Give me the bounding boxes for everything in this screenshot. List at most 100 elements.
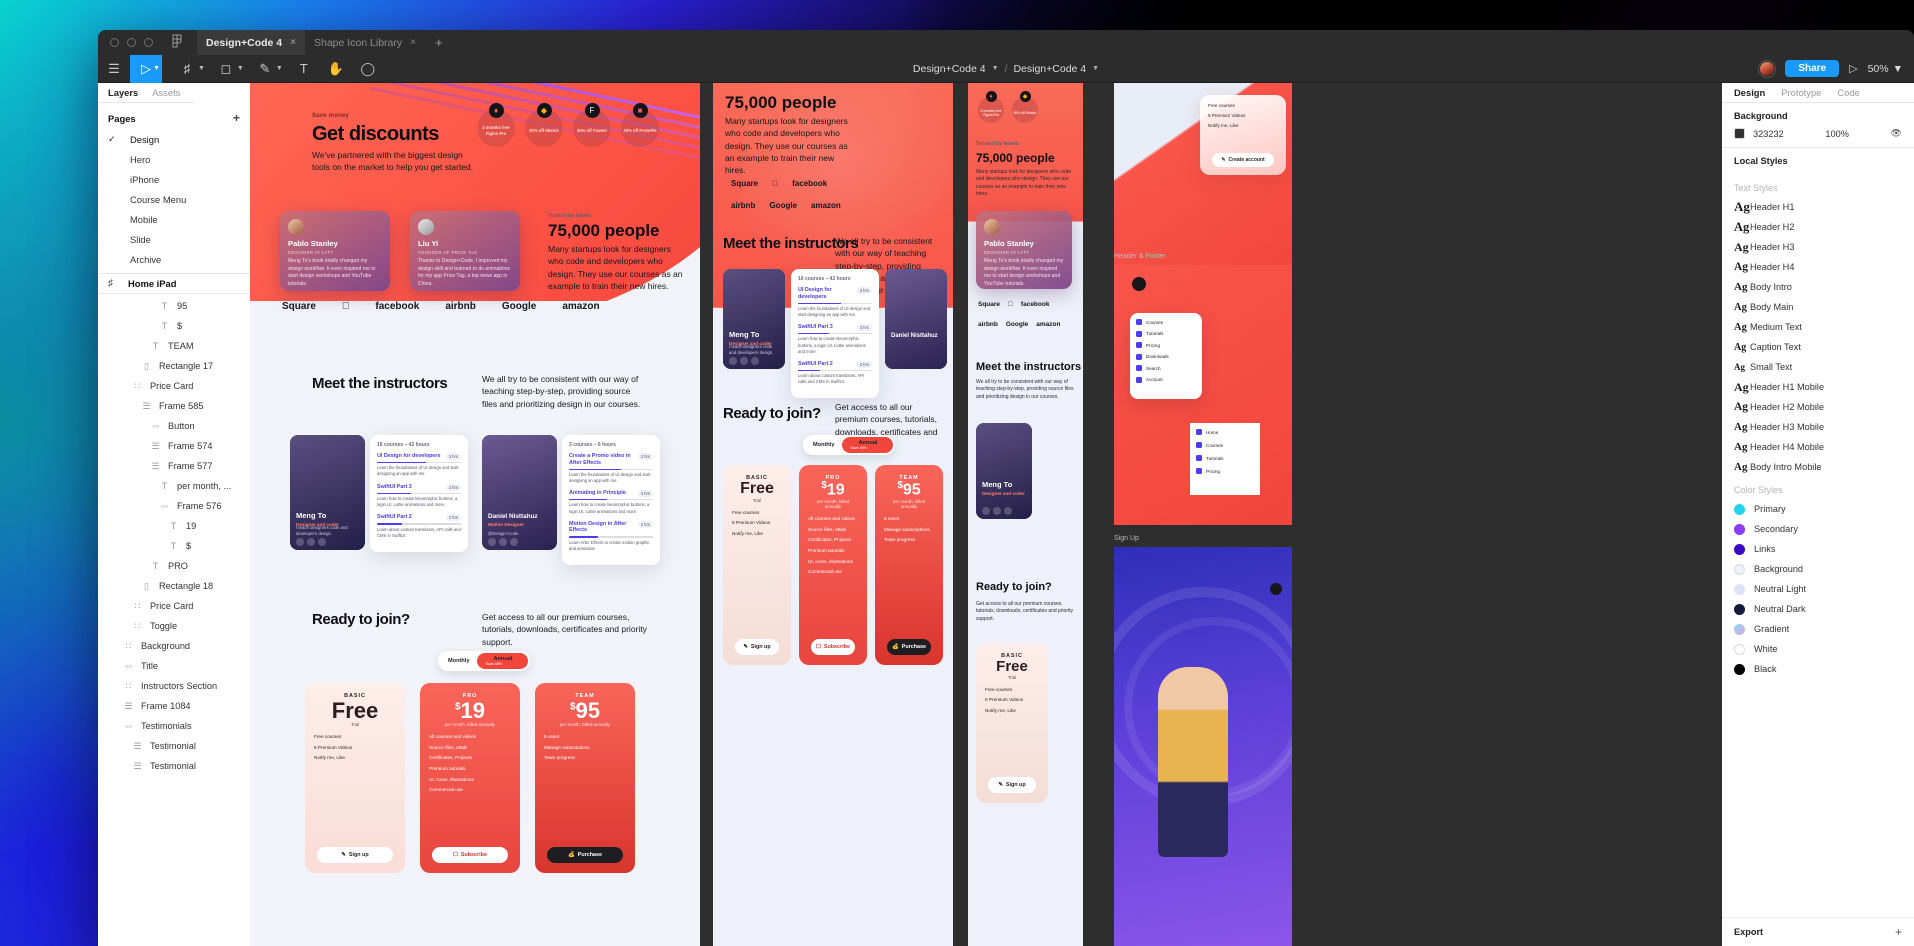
layer-row[interactable]: ▫▫ Title — [98, 656, 250, 676]
breadcrumb-file[interactable]: Design+Code 4 — [1013, 63, 1086, 75]
instructor-card-meng[interactable]: Meng To Designer and coder I teach desig… — [723, 269, 785, 369]
frame-row-home-ipad[interactable]: ♯ Home iPad — [98, 274, 250, 294]
discount-badge-figma[interactable]: ♦ 3 months free Figma Pro — [978, 91, 1004, 123]
subscribe-button[interactable]: ☐ Subscribe — [432, 847, 508, 863]
instructor-card-daniel[interactable]: Daniel Nisttahuz — [885, 269, 947, 369]
heart-icon[interactable] — [993, 507, 1001, 515]
toggle-monthly[interactable]: Monthly — [805, 439, 842, 451]
tab-code[interactable]: Code — [1837, 87, 1859, 98]
artboard-phone[interactable]: ♦ 3 months free Figma Pro ◆ 20% off Sket… — [968, 83, 1083, 946]
color-style-background[interactable]: Background — [1722, 559, 1914, 579]
share-button[interactable]: Share — [1785, 60, 1840, 77]
price-card-basic[interactable]: BASIC Free Trial Free courses 5 Premium … — [305, 683, 405, 873]
course-list-left[interactable]: 16 courses – 42 hours UI Design for deve… — [791, 269, 879, 399]
price-card-basic[interactable]: BASIC Free Trial Free courses 5 Premium … — [976, 643, 1048, 803]
layer-row[interactable]: T 19 — [98, 516, 250, 536]
sidebar-page-mobile[interactable]: Mobile — [98, 209, 250, 229]
twitter-icon[interactable] — [982, 507, 990, 515]
layer-row[interactable]: T TEAM — [98, 336, 250, 356]
chevron-down-icon[interactable]: ▼ — [198, 65, 205, 72]
menu-item-downloads[interactable]: Downloads — [1136, 353, 1196, 360]
social-icons[interactable] — [982, 507, 1012, 515]
layer-row[interactable]: ☰ Frame 577 — [98, 456, 250, 476]
twitter-icon[interactable] — [729, 357, 737, 365]
artboard-group-right[interactable]: Free courses 5 Premium Videos Notify me,… — [1114, 83, 1292, 946]
purchase-button[interactable]: 💰 Purchase — [547, 847, 623, 863]
text-tool-icon[interactable]: T — [288, 55, 320, 83]
comment-icon[interactable]: ◯ — [352, 55, 384, 83]
color-style-black[interactable]: Black — [1722, 659, 1914, 679]
background-row[interactable]: 323232 100% 👁 — [1734, 128, 1902, 139]
layer-row[interactable]: Tper month, ... — [98, 476, 250, 496]
menu-overlay[interactable]: Courses Tutorials Pricing Downloads Search Ac… — [1130, 313, 1202, 399]
sidebar-page-slide[interactable]: Slide — [98, 229, 250, 249]
layer-row[interactable]: ▫▫ Button — [98, 416, 250, 436]
discount-badge-figma[interactable]: ♦ 3 months free Figma Pro — [477, 103, 515, 147]
close-icon[interactable]: × — [290, 37, 296, 48]
hamburger-icon[interactable]: ☰ — [98, 55, 130, 83]
subscribe-button[interactable]: ☐ Subscribe — [811, 639, 855, 655]
text-style-header-h3-mobile[interactable]: Ag Header H3 Mobile — [1722, 417, 1914, 437]
tab-design[interactable]: Design — [1734, 87, 1765, 98]
breadcrumb-team[interactable]: Design+Code 4 — [913, 63, 986, 75]
tab-shape-icon-library[interactable]: Shape Icon Library × — [305, 30, 425, 55]
tab-design-code-4[interactable]: Design+Code 4 × — [197, 30, 305, 55]
sidebar-page-archive[interactable]: Archive — [98, 249, 250, 269]
purchase-button[interactable]: 💰 Purchase — [887, 639, 931, 655]
color-style-primary[interactable]: Primary — [1722, 499, 1914, 519]
add-export-button[interactable]: + — [1895, 925, 1902, 939]
export-section[interactable]: Export + — [1722, 917, 1914, 946]
avatar[interactable] — [1759, 60, 1776, 77]
add-page-button[interactable]: + — [233, 111, 240, 125]
course-row[interactable]: Motion Design in After Effects 2 hrs Lear… — [569, 520, 653, 552]
layer-row[interactable]: T PRO — [98, 556, 250, 576]
layer-row[interactable]: ☰ Frame 1084 — [98, 696, 250, 716]
layer-row[interactable]: ∷ Background — [98, 636, 250, 656]
heart-icon[interactable] — [740, 357, 748, 365]
text-style-body-main[interactable]: Ag Body Main — [1722, 297, 1914, 317]
layer-row[interactable]: ∷ Price Card — [98, 376, 250, 396]
tabbar-item-tutorials[interactable]: Tutorials — [1196, 455, 1254, 461]
toggle-monthly[interactable]: Monthly — [440, 655, 477, 667]
tab-prototype[interactable]: Prototype — [1781, 87, 1821, 98]
create-account-button[interactable]: ✎ Create account — [1212, 153, 1274, 167]
text-style-medium-text[interactable]: Ag Medium Text — [1722, 317, 1914, 337]
course-row[interactable]: Animating in Principle 3 hrs Learn how to… — [569, 490, 653, 515]
text-style-header-h1-mobile[interactable]: Ag Header H1 Mobile — [1722, 377, 1914, 397]
layer-row[interactable]: ▯ Rectangle 18 — [98, 576, 250, 596]
discount-badge-sketch[interactable]: ◆ 20% off Sketch — [525, 103, 563, 147]
signup-button[interactable]: ✎ Sign up — [735, 639, 779, 655]
layer-row[interactable]: ▫▫ Testimonials — [98, 716, 250, 736]
price-card-pro[interactable]: PRO $19 per month, billed annually All c… — [799, 465, 867, 665]
color-style-neutral-light[interactable]: Neutral Light — [1722, 579, 1914, 599]
text-style-body-intro[interactable]: Ag Body Intro — [1722, 277, 1914, 297]
artboard-label-header-footer[interactable]: Header & Footer — [1114, 253, 1166, 260]
text-style-body-intro-mobile[interactable]: Ag Body Intro Mobile — [1722, 457, 1914, 477]
heart-icon[interactable] — [499, 538, 507, 546]
menu-item-courses[interactable]: Courses — [1136, 319, 1196, 325]
layer-row[interactable]: ▯ Rectangle 17 — [98, 356, 250, 376]
text-style-header-h2-mobile[interactable]: Ag Header H2 Mobile — [1722, 397, 1914, 417]
artboard-home-ipad[interactable]: Save money Get discounts We've partnered… — [250, 83, 700, 946]
background-hex[interactable]: 323232 — [1753, 129, 1784, 139]
layer-row[interactable]: ∷ Price Card — [98, 596, 250, 616]
menu-item-search[interactable]: Search — [1136, 365, 1196, 371]
tabbar-item-home[interactable]: Home — [1196, 429, 1254, 435]
discount-badge-protopie[interactable]: ■ 30% off ProtoPie — [621, 103, 659, 147]
social-icons[interactable] — [729, 357, 759, 365]
menu-item-pricing[interactable]: Pricing — [1136, 342, 1196, 348]
present-icon[interactable]: ▷ — [1849, 62, 1857, 75]
billing-toggle[interactable]: Monthly Annual Save 48% — [438, 651, 531, 671]
sidebar-page-course-menu[interactable]: Course Menu — [98, 189, 250, 209]
testimonial-card[interactable]: Pablo Stanley DESIGNER AT LYFT Meng To's… — [976, 211, 1072, 289]
tab-assets[interactable]: Assets — [152, 87, 180, 98]
course-row[interactable]: SwiftUI Part 2 2 hrs Learn about custom t… — [377, 514, 461, 539]
price-card-team[interactable]: TEAM $95 per month, billed annually 5 us… — [535, 683, 635, 873]
close-window-button[interactable] — [110, 38, 119, 47]
text-style-header-h4-mobile[interactable]: Ag Header H4 Mobile — [1722, 437, 1914, 457]
new-tab-button[interactable]: + — [425, 35, 453, 50]
hand-icon[interactable]: ✋ — [320, 55, 352, 83]
text-style-small-text[interactable]: Ag Small Text — [1722, 357, 1914, 377]
price-card-pro[interactable]: PRO $19 per month, billed annually All c… — [420, 683, 520, 873]
text-style-header-h1[interactable]: Ag Header H1 — [1722, 197, 1914, 217]
